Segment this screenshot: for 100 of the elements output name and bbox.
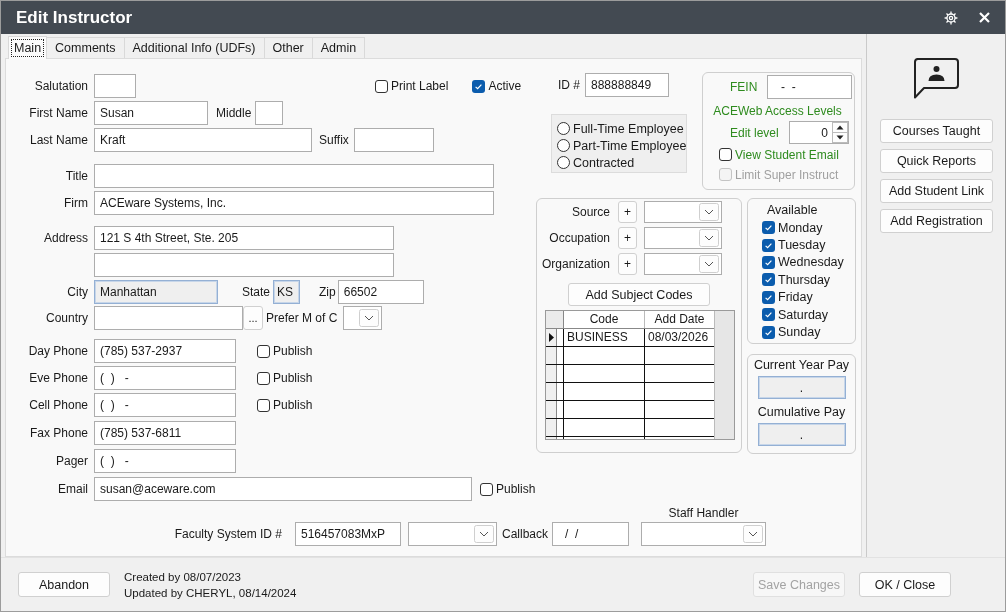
radio-button[interactable] (557, 156, 570, 169)
lookup-label: Source (570, 205, 610, 219)
fein-field[interactable]: - - (767, 75, 852, 99)
phone-field[interactable]: ( ) - (94, 449, 236, 473)
title-field[interactable] (94, 164, 494, 188)
action-button[interactable]: Courses Taught (880, 119, 993, 143)
chevron-down-icon (699, 229, 719, 247)
preferred-contact-label: Prefer M of C (266, 311, 338, 325)
checkbox-label: Publish (273, 344, 313, 358)
state-field[interactable]: KS (273, 280, 301, 304)
callback-field[interactable]: / / (552, 522, 630, 546)
pay-label: Current Year Pay (753, 358, 850, 374)
checkbox[interactable] (762, 255, 775, 269)
phone-label: Day Phone (27, 344, 88, 358)
address-field[interactable]: 121 S 4th Street, Ste. 205 (94, 226, 394, 250)
checkbox[interactable] (762, 290, 775, 304)
country-label: Country (44, 311, 88, 325)
checkbox-label: Wednesday (778, 255, 844, 270)
row-selector-cell[interactable] (546, 401, 557, 418)
browse-button[interactable]: ... (243, 306, 263, 330)
phone-field[interactable]: (785) 537-6811 (94, 421, 236, 445)
row-selector-cell[interactable] (546, 329, 557, 346)
checkbox[interactable] (257, 344, 270, 358)
tab[interactable]: Comments (47, 37, 125, 58)
lookup-label: Organization (540, 257, 610, 271)
checkbox[interactable] (762, 273, 775, 287)
add-button[interactable]: + (618, 201, 637, 223)
checkbox-label: Publish (496, 482, 536, 496)
checkbox[interactable] (719, 148, 732, 161)
city-field[interactable]: Manhattan (94, 280, 218, 304)
radio-label: Part-Time Employee (573, 138, 687, 153)
close-icon[interactable] (979, 12, 990, 23)
action-button[interactable]: Quick Reports (880, 149, 993, 173)
radio-label: Full-Time Employee (573, 121, 684, 136)
radio-label: Contracted (573, 155, 635, 170)
abandon-button[interactable]: Abandon (18, 572, 110, 597)
edit-level-spinner[interactable]: 0 (789, 121, 849, 144)
checkbox-label: Tuesday (778, 238, 826, 253)
last-name-field[interactable]: Kraft (94, 128, 312, 152)
action-button[interactable]: Add Student Link (880, 179, 993, 203)
faculty-system-id-field[interactable]: 516457083MxP (295, 522, 401, 546)
phone-field[interactable]: ( ) - (94, 393, 236, 417)
column-header[interactable]: Add Date (645, 311, 714, 328)
settings-icon[interactable] (944, 10, 958, 25)
checkbox[interactable] (257, 398, 270, 412)
radio-button[interactable] (557, 139, 570, 152)
salutation-field[interactable] (94, 74, 136, 98)
checkbox[interactable] (472, 79, 486, 93)
first-name-label: First Name (28, 106, 88, 120)
phone-field[interactable]: ( ) - (94, 366, 236, 390)
action-button[interactable]: Add Registration (880, 209, 993, 233)
spinner-arrows-icon[interactable] (832, 122, 848, 143)
checkbox-label: Publish (273, 398, 313, 412)
add-subject-codes-button[interactable]: Add Subject Codes (568, 283, 710, 306)
row-selector-cell[interactable] (546, 347, 557, 364)
row-selector-cell[interactable] (546, 383, 557, 400)
action-button[interactable]: OK / Close (859, 572, 951, 597)
checkbox-label: Publish (273, 371, 313, 385)
tab[interactable]: Additional Info (UDFs) (124, 37, 265, 58)
firm-field[interactable]: ACEware Systems, Inc. (94, 191, 494, 215)
pay-field[interactable]: . (757, 376, 846, 399)
chevron-down-icon (743, 525, 764, 543)
phone-label: Pager (54, 454, 88, 468)
email-label: Email (57, 482, 88, 496)
suffix-label: Suffix (319, 133, 349, 147)
tab[interactable]: Other (264, 37, 313, 58)
checkbox-label: Monday (778, 220, 823, 235)
first-name-field[interactable]: Susan (94, 101, 208, 125)
checkbox[interactable] (375, 79, 388, 93)
radio-button[interactable] (557, 122, 570, 135)
checkbox[interactable] (762, 238, 775, 252)
chevron-down-icon (474, 525, 494, 543)
suffix-field[interactable] (353, 128, 434, 152)
checkbox[interactable] (257, 371, 270, 385)
audit-text: Updated by CHERYL, 08/14/2024 (124, 585, 297, 601)
checkbox-label: View Student Email (735, 147, 839, 162)
checkbox[interactable] (480, 482, 493, 496)
middle-name-field[interactable] (255, 101, 284, 125)
tab[interactable]: Main (8, 36, 48, 59)
address-field[interactable] (94, 253, 394, 277)
phone-field[interactable]: (785) 537-2937 (94, 339, 236, 363)
id-field[interactable]: 888888849 (585, 73, 669, 97)
zip-field[interactable]: 66502 (337, 280, 424, 304)
checkbox[interactable] (762, 325, 775, 339)
pay-field[interactable]: . (757, 423, 846, 446)
table-cell-text: 08/03/2026 (647, 329, 710, 346)
country-field[interactable] (94, 306, 243, 330)
email-field[interactable]: susan@aceware.com (94, 477, 472, 501)
add-button[interactable]: + (618, 253, 637, 275)
checkbox[interactable] (762, 308, 775, 322)
lookup-label: Occupation (548, 231, 610, 245)
staff-handler-dropdown[interactable] (641, 522, 767, 546)
row-selector-cell[interactable] (546, 419, 557, 436)
add-button[interactable]: + (618, 227, 637, 249)
checkbox[interactable] (762, 221, 775, 235)
callback-label: Callback (502, 526, 549, 543)
column-header[interactable]: Code (564, 311, 645, 328)
tab[interactable]: Admin (312, 37, 366, 58)
audit-text: Created by 08/07/2023 (124, 569, 242, 585)
row-selector-cell[interactable] (546, 365, 557, 382)
